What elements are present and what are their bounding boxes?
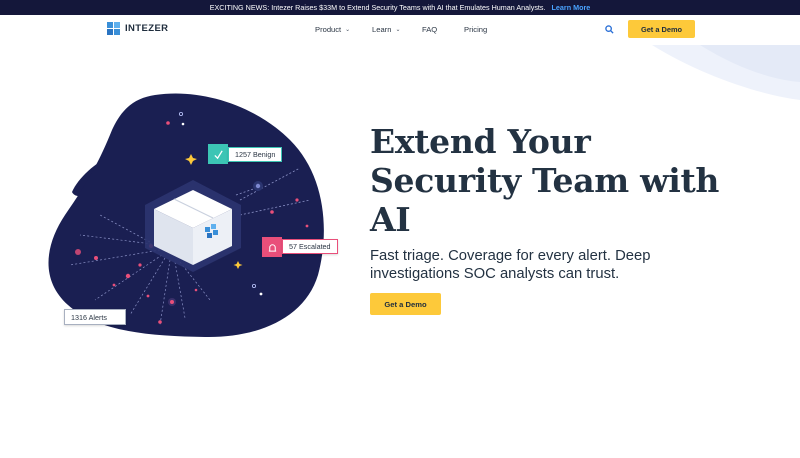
get-a-demo-button[interactable]: Get a Demo: [628, 20, 695, 38]
escalation-alarm-icon: [262, 237, 282, 257]
subheadline-line: Fast triage. Coverage for every alert. D…: [370, 248, 651, 264]
nav-item-faq[interactable]: FAQ: [422, 25, 437, 34]
checkmark-icon: [208, 144, 228, 164]
headline-line: AI: [370, 200, 411, 239]
alerts-count-chip: 1316 Alerts: [64, 309, 126, 325]
nav-item-learn[interactable]: Learn ⌄: [372, 25, 400, 34]
nav-item-label: Pricing: [464, 25, 488, 34]
headline-line: Security Team with: [370, 161, 720, 200]
chevron-down-icon: ⌄: [395, 27, 401, 33]
nav-item-label: Learn: [372, 25, 392, 34]
subheadline-line: investigations SOC analysts can trust.: [370, 266, 620, 282]
escalated-count-chip: 57 Escalated: [282, 239, 338, 254]
search-icon[interactable]: [605, 25, 614, 34]
benign-count-chip: 1257 Benign: [228, 147, 283, 162]
hero-illustration: [48, 93, 324, 338]
hero-headline: Extend Your Security Team with AI: [370, 122, 750, 239]
hero-get-a-demo-button[interactable]: Get a Demo: [370, 293, 441, 315]
headline-line: Extend Your: [370, 122, 591, 161]
nav-item-label: FAQ: [422, 25, 438, 34]
nav-item-pricing[interactable]: Pricing: [464, 25, 487, 34]
hero-subheadline: Fast triage. Coverage for every alert. D…: [370, 247, 670, 283]
